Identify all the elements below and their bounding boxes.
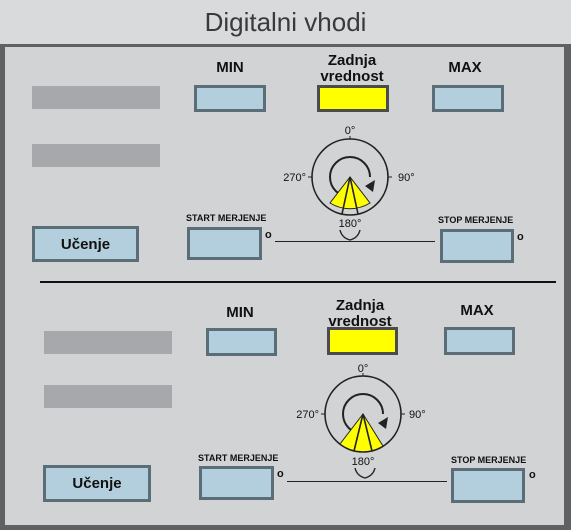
start-degree-symbol: o bbox=[265, 229, 272, 241]
start-measure-label: START MERJENJE bbox=[198, 453, 279, 463]
dial-label-270: 270° bbox=[296, 409, 319, 421]
input-placeholder-1 bbox=[32, 86, 160, 109]
last-value-header: Zadnja vrednost bbox=[328, 297, 392, 330]
dial-label-0: 0° bbox=[358, 363, 369, 375]
last-value-header: Zadnja vrednost bbox=[320, 52, 384, 85]
measure-connector-line bbox=[287, 481, 447, 482]
stop-measure-label: STOP MERJENJE bbox=[438, 215, 514, 225]
start-degree-symbol: o bbox=[277, 468, 284, 480]
learn-button[interactable]: Učenje bbox=[43, 465, 151, 502]
dial-label-270: 270° bbox=[283, 172, 306, 184]
stop-degree-symbol: o bbox=[517, 231, 524, 243]
learn-button[interactable]: Učenje bbox=[32, 226, 139, 262]
dial-arrowhead-icon bbox=[378, 417, 388, 429]
stop-measure-label: STOP MERJENJE bbox=[451, 455, 527, 465]
input-placeholder-4 bbox=[44, 385, 172, 408]
max-value-field bbox=[444, 327, 515, 355]
max-header: MAX bbox=[460, 302, 494, 319]
start-measure-label: START MERJENJE bbox=[186, 213, 267, 223]
digital-inputs-window: Digitalni vhodi MIN Zadnja vrednost MAX … bbox=[0, 0, 571, 530]
dial-label-180: 180° bbox=[339, 218, 362, 230]
dial-label-180: 180° bbox=[352, 456, 375, 468]
last-value-field bbox=[327, 327, 398, 355]
rotation-dial: 0° 270° 90° 180° bbox=[296, 363, 426, 479]
dial-label-0: 0° bbox=[345, 125, 356, 137]
min-value-field bbox=[206, 328, 277, 356]
input-placeholder-2 bbox=[32, 144, 160, 167]
dial-label-90: 90° bbox=[409, 409, 426, 421]
dial-sector bbox=[329, 176, 371, 210]
window-title: Digitalni vhodi bbox=[0, 0, 571, 44]
min-header: MIN bbox=[216, 59, 244, 76]
section-divider bbox=[40, 281, 556, 283]
min-value-field bbox=[194, 85, 266, 112]
stop-degree-symbol: o bbox=[529, 469, 536, 481]
stop-measure-field bbox=[451, 468, 525, 503]
start-measure-field bbox=[187, 227, 262, 260]
dial-arrowhead-icon bbox=[365, 180, 375, 192]
rotation-dial: 0° 270° 90° 180° bbox=[283, 125, 415, 241]
max-header: MAX bbox=[448, 59, 482, 76]
max-value-field bbox=[432, 85, 504, 112]
last-value-field bbox=[317, 85, 389, 112]
stop-measure-field bbox=[440, 229, 514, 263]
measure-connector-line bbox=[275, 241, 435, 242]
start-measure-field bbox=[199, 466, 274, 500]
input-placeholder-3 bbox=[44, 331, 172, 354]
dial-label-90: 90° bbox=[398, 172, 415, 184]
dial-connector-brace bbox=[339, 229, 361, 241]
dial-connector-brace bbox=[354, 467, 376, 479]
min-header: MIN bbox=[226, 304, 254, 321]
